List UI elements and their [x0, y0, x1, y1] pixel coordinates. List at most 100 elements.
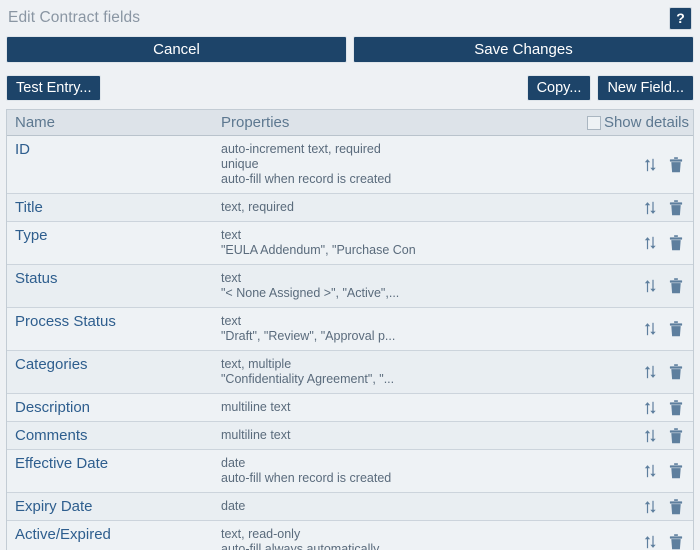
field-name: Title [7, 194, 219, 216]
table-body: IDauto-increment text, requireduniqueaut… [7, 136, 693, 550]
show-details-toggle[interactable]: Show details [587, 114, 693, 131]
field-property-line: text, multiple [221, 357, 629, 372]
field-property-line: multiline text [221, 428, 629, 443]
field-name: Type [7, 222, 219, 244]
field-properties: auto-increment text, requireduniqueauto-… [219, 136, 629, 193]
save-changes-button[interactable]: Save Changes [353, 36, 694, 63]
table-row[interactable]: Typetext"EULA Addendum", "Purchase Con [7, 222, 693, 265]
field-name: Process Status [7, 308, 219, 330]
trash-icon[interactable] [669, 428, 683, 444]
row-actions [629, 157, 693, 173]
column-header-properties: Properties [219, 114, 587, 131]
table-row[interactable]: Expiry Datedate [7, 493, 693, 521]
secondary-button-row: Test Entry... Copy... New Field... [0, 69, 700, 105]
field-properties: text"EULA Addendum", "Purchase Con [219, 222, 629, 264]
trash-icon[interactable] [669, 499, 683, 515]
sort-updown-icon[interactable] [644, 322, 657, 336]
field-property-line: text, read-only [221, 527, 629, 542]
field-properties: date [219, 493, 629, 520]
fields-table: Name Properties Show details IDauto-incr… [6, 109, 694, 550]
cancel-button[interactable]: Cancel [6, 36, 347, 63]
sort-updown-icon[interactable] [644, 236, 657, 250]
edit-fields-window: Edit Contract fields ? Cancel Save Chang… [0, 0, 700, 550]
field-property-line: auto-fill always automatically [221, 542, 629, 550]
table-row[interactable]: Statustext"< None Assigned >", "Active",… [7, 265, 693, 308]
field-property-line: "< None Assigned >", "Active",... [221, 286, 629, 301]
table-row[interactable]: IDauto-increment text, requireduniqueaut… [7, 136, 693, 194]
field-property-line: text [221, 314, 629, 329]
field-name: Description [7, 394, 219, 416]
sort-updown-icon[interactable] [644, 158, 657, 172]
table-row[interactable]: Descriptionmultiline text [7, 394, 693, 422]
table-row[interactable]: Process Statustext"Draft", "Review", "Ap… [7, 308, 693, 351]
row-actions [629, 235, 693, 251]
table-row[interactable]: Effective Datedateauto-fill when record … [7, 450, 693, 493]
field-name: Comments [7, 422, 219, 444]
row-actions [629, 364, 693, 380]
field-properties: text, read-onlyauto-fill always automati… [219, 521, 629, 550]
field-name: Categories [7, 351, 219, 373]
row-actions [629, 278, 693, 294]
field-name: ID [7, 136, 219, 158]
new-field-button[interactable]: New Field... [597, 75, 694, 101]
copy-button[interactable]: Copy... [527, 75, 592, 101]
table-row[interactable]: Active/Expiredtext, read-onlyauto-fill a… [7, 521, 693, 550]
field-property-line: date [221, 499, 629, 514]
field-property-line: "EULA Addendum", "Purchase Con [221, 243, 629, 258]
help-button[interactable]: ? [669, 7, 692, 30]
field-property-line: unique [221, 157, 629, 172]
trash-icon[interactable] [669, 463, 683, 479]
table-row[interactable]: Categoriestext, multiple"Confidentiality… [7, 351, 693, 394]
table-header-row: Name Properties Show details [7, 110, 693, 136]
title-bar: Edit Contract fields ? [0, 0, 700, 36]
field-name: Expiry Date [7, 493, 219, 515]
field-property-line: auto-fill when record is created [221, 471, 629, 486]
column-header-name: Name [7, 114, 219, 131]
field-property-line: text, required [221, 200, 629, 215]
test-entry-button[interactable]: Test Entry... [6, 75, 101, 101]
trash-icon[interactable] [669, 235, 683, 251]
field-property-line: "Draft", "Review", "Approval p... [221, 329, 629, 344]
field-name: Active/Expired [7, 521, 219, 543]
field-property-line: date [221, 456, 629, 471]
sort-updown-icon[interactable] [644, 365, 657, 379]
row-actions [629, 499, 693, 515]
field-properties: dateauto-fill when record is created [219, 450, 629, 492]
row-actions [629, 200, 693, 216]
field-property-line: multiline text [221, 400, 629, 415]
sort-updown-icon[interactable] [644, 401, 657, 415]
field-property-line: text [221, 228, 629, 243]
field-properties: text"Draft", "Review", "Approval p... [219, 308, 629, 350]
sort-updown-icon[interactable] [644, 500, 657, 514]
trash-icon[interactable] [669, 278, 683, 294]
trash-icon[interactable] [669, 534, 683, 550]
field-properties: text, multiple"Confidentiality Agreement… [219, 351, 629, 393]
row-actions [629, 321, 693, 337]
row-actions [629, 428, 693, 444]
row-actions [629, 400, 693, 416]
primary-button-row: Cancel Save Changes [0, 36, 700, 69]
field-property-line: "Confidentiality Agreement", "... [221, 372, 629, 387]
row-actions [629, 463, 693, 479]
show-details-label: Show details [604, 114, 689, 131]
field-properties: text"< None Assigned >", "Active",... [219, 265, 629, 307]
trash-icon[interactable] [669, 157, 683, 173]
trash-icon[interactable] [669, 400, 683, 416]
table-row[interactable]: Commentsmultiline text [7, 422, 693, 450]
table-row[interactable]: Titletext, required [7, 194, 693, 222]
sort-updown-icon[interactable] [644, 464, 657, 478]
sort-updown-icon[interactable] [644, 279, 657, 293]
field-property-line: text [221, 271, 629, 286]
field-property-line: auto-fill when record is created [221, 172, 629, 187]
sort-updown-icon[interactable] [644, 429, 657, 443]
sort-updown-icon[interactable] [644, 535, 657, 549]
sort-updown-icon[interactable] [644, 201, 657, 215]
field-properties: text, required [219, 194, 629, 221]
show-details-checkbox[interactable] [587, 116, 601, 130]
trash-icon[interactable] [669, 364, 683, 380]
trash-icon[interactable] [669, 321, 683, 337]
row-actions [629, 534, 693, 550]
field-name: Status [7, 265, 219, 287]
page-title: Edit Contract fields [8, 9, 669, 27]
trash-icon[interactable] [669, 200, 683, 216]
